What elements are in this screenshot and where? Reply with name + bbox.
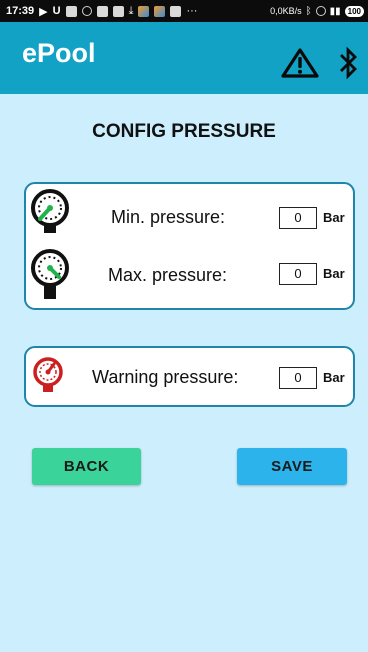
bluetooth-status-icon: ᛒ [305, 5, 312, 17]
max-pressure-label: Max. pressure: [108, 265, 228, 285]
more-notifications: ··· [186, 5, 198, 17]
min-pressure-input[interactable]: 0 [279, 207, 317, 229]
warning-pressure-input[interactable]: 0 [279, 367, 317, 389]
app-bar: ePool [0, 22, 368, 94]
app-title: ePool [22, 38, 96, 68]
max-pressure-gauge-icon [31, 249, 69, 299]
play-icon: ▶ [39, 5, 48, 18]
warning-pressure-unit: Bar [323, 370, 345, 385]
grid-app-icon [170, 5, 182, 17]
status-time: 17:39 [6, 5, 35, 17]
warning-pressure-label: Warning pressure: [92, 367, 239, 387]
warning-gauge-icon [33, 357, 63, 392]
pressure-range-card: Min. pressure: 0 Bar Max. pressure: 0 Ba… [24, 182, 355, 310]
save-button[interactable]: SAVE [237, 448, 347, 485]
max-pressure-input[interactable]: 0 [279, 263, 317, 285]
network-speed: 0,0KB/s [270, 6, 302, 16]
max-pressure-unit: Bar [323, 266, 345, 281]
alarm-icon [315, 6, 326, 16]
battery-icon: 100 [344, 5, 364, 17]
min-pressure-label: Min. pressure: [111, 207, 226, 227]
min-pressure-gauge-icon [31, 189, 69, 233]
back-button[interactable]: BACK [32, 448, 141, 485]
status-bar: 17:39 ▶ U ⤓ ··· 0,0KB/s ᛒ ▮▮ 100 [0, 0, 368, 22]
photo-icon-2 [154, 5, 166, 17]
photo-icon [138, 5, 150, 17]
linkedin-icon [65, 5, 77, 17]
download-icon: ⤓ [128, 4, 134, 17]
u-app-icon: U [52, 5, 61, 17]
warning-triangle-icon[interactable] [281, 48, 319, 78]
circle-app-icon [81, 6, 92, 16]
warning-pressure-card: Warning pressure: 0 Bar [24, 346, 355, 407]
game-icon [112, 5, 124, 17]
page-title: CONFIG PRESSURE [92, 121, 276, 142]
signal-icon: ▮▮ [329, 5, 341, 17]
min-pressure-unit: Bar [323, 210, 345, 225]
bluetooth-icon[interactable] [338, 46, 360, 80]
media-icon [96, 5, 108, 17]
